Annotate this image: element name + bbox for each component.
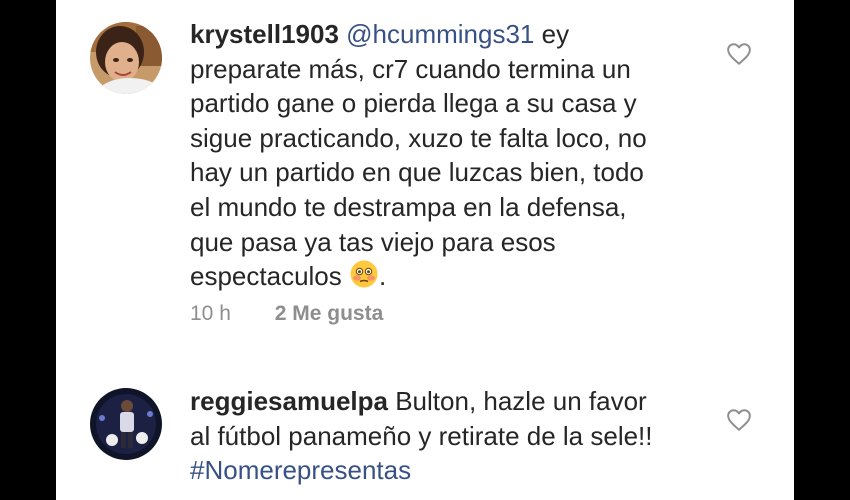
comment-line: hay un partido en que luzcas bien, todo <box>190 157 644 188</box>
comment-username[interactable]: reggiesamuelpa <box>190 386 388 416</box>
comment-username[interactable]: krystell1903 <box>190 19 339 49</box>
comment-text: krystell1903 @hcummings31 ey preparate m… <box>190 17 710 298</box>
likes-count-link[interactable]: 2 Me gusta <box>275 302 384 325</box>
comments-panel: krystell1903 @hcummings31 ey preparate m… <box>56 0 794 500</box>
comment-line: sigue practicando, xuzo te falta loco, n… <box>190 122 647 153</box>
hashtag-link[interactable]: #Nomerepresentas <box>190 455 411 485</box>
mention-link[interactable]: @hcummings31 <box>346 19 534 49</box>
comment-line: ey <box>541 19 570 49</box>
comment-line: al fútbol panameño y retirate de la sele… <box>190 420 653 451</box>
avatar-photo <box>90 388 162 460</box>
comment-line: preparate más, cr7 cuando termina un <box>190 53 631 84</box>
comment-line: espectaculos <box>190 261 349 292</box>
heart-outline-icon[interactable] <box>726 42 752 66</box>
comment-line: el mundo te destrampa en la defensa, <box>190 191 627 222</box>
avatar[interactable] <box>90 388 162 460</box>
avatar-photo <box>90 22 162 94</box>
comment-line: Bulton, hazle un favor <box>395 386 647 416</box>
comment-line: que pasa ya tas viejo para esos <box>190 226 556 257</box>
comment-line: partido gane o pierda llega a su casa y <box>190 88 637 119</box>
comment-meta: 10 h 2 Me gusta <box>190 302 383 326</box>
avatar[interactable] <box>90 22 162 94</box>
heart-outline-icon[interactable] <box>726 408 752 432</box>
comment-time: 10 h <box>190 302 231 325</box>
flushed-face-emoji-icon <box>349 259 379 298</box>
comment-text: reggiesamuelpa Bulton, hazle un favor al… <box>190 384 710 488</box>
comment-line: . <box>378 261 387 292</box>
